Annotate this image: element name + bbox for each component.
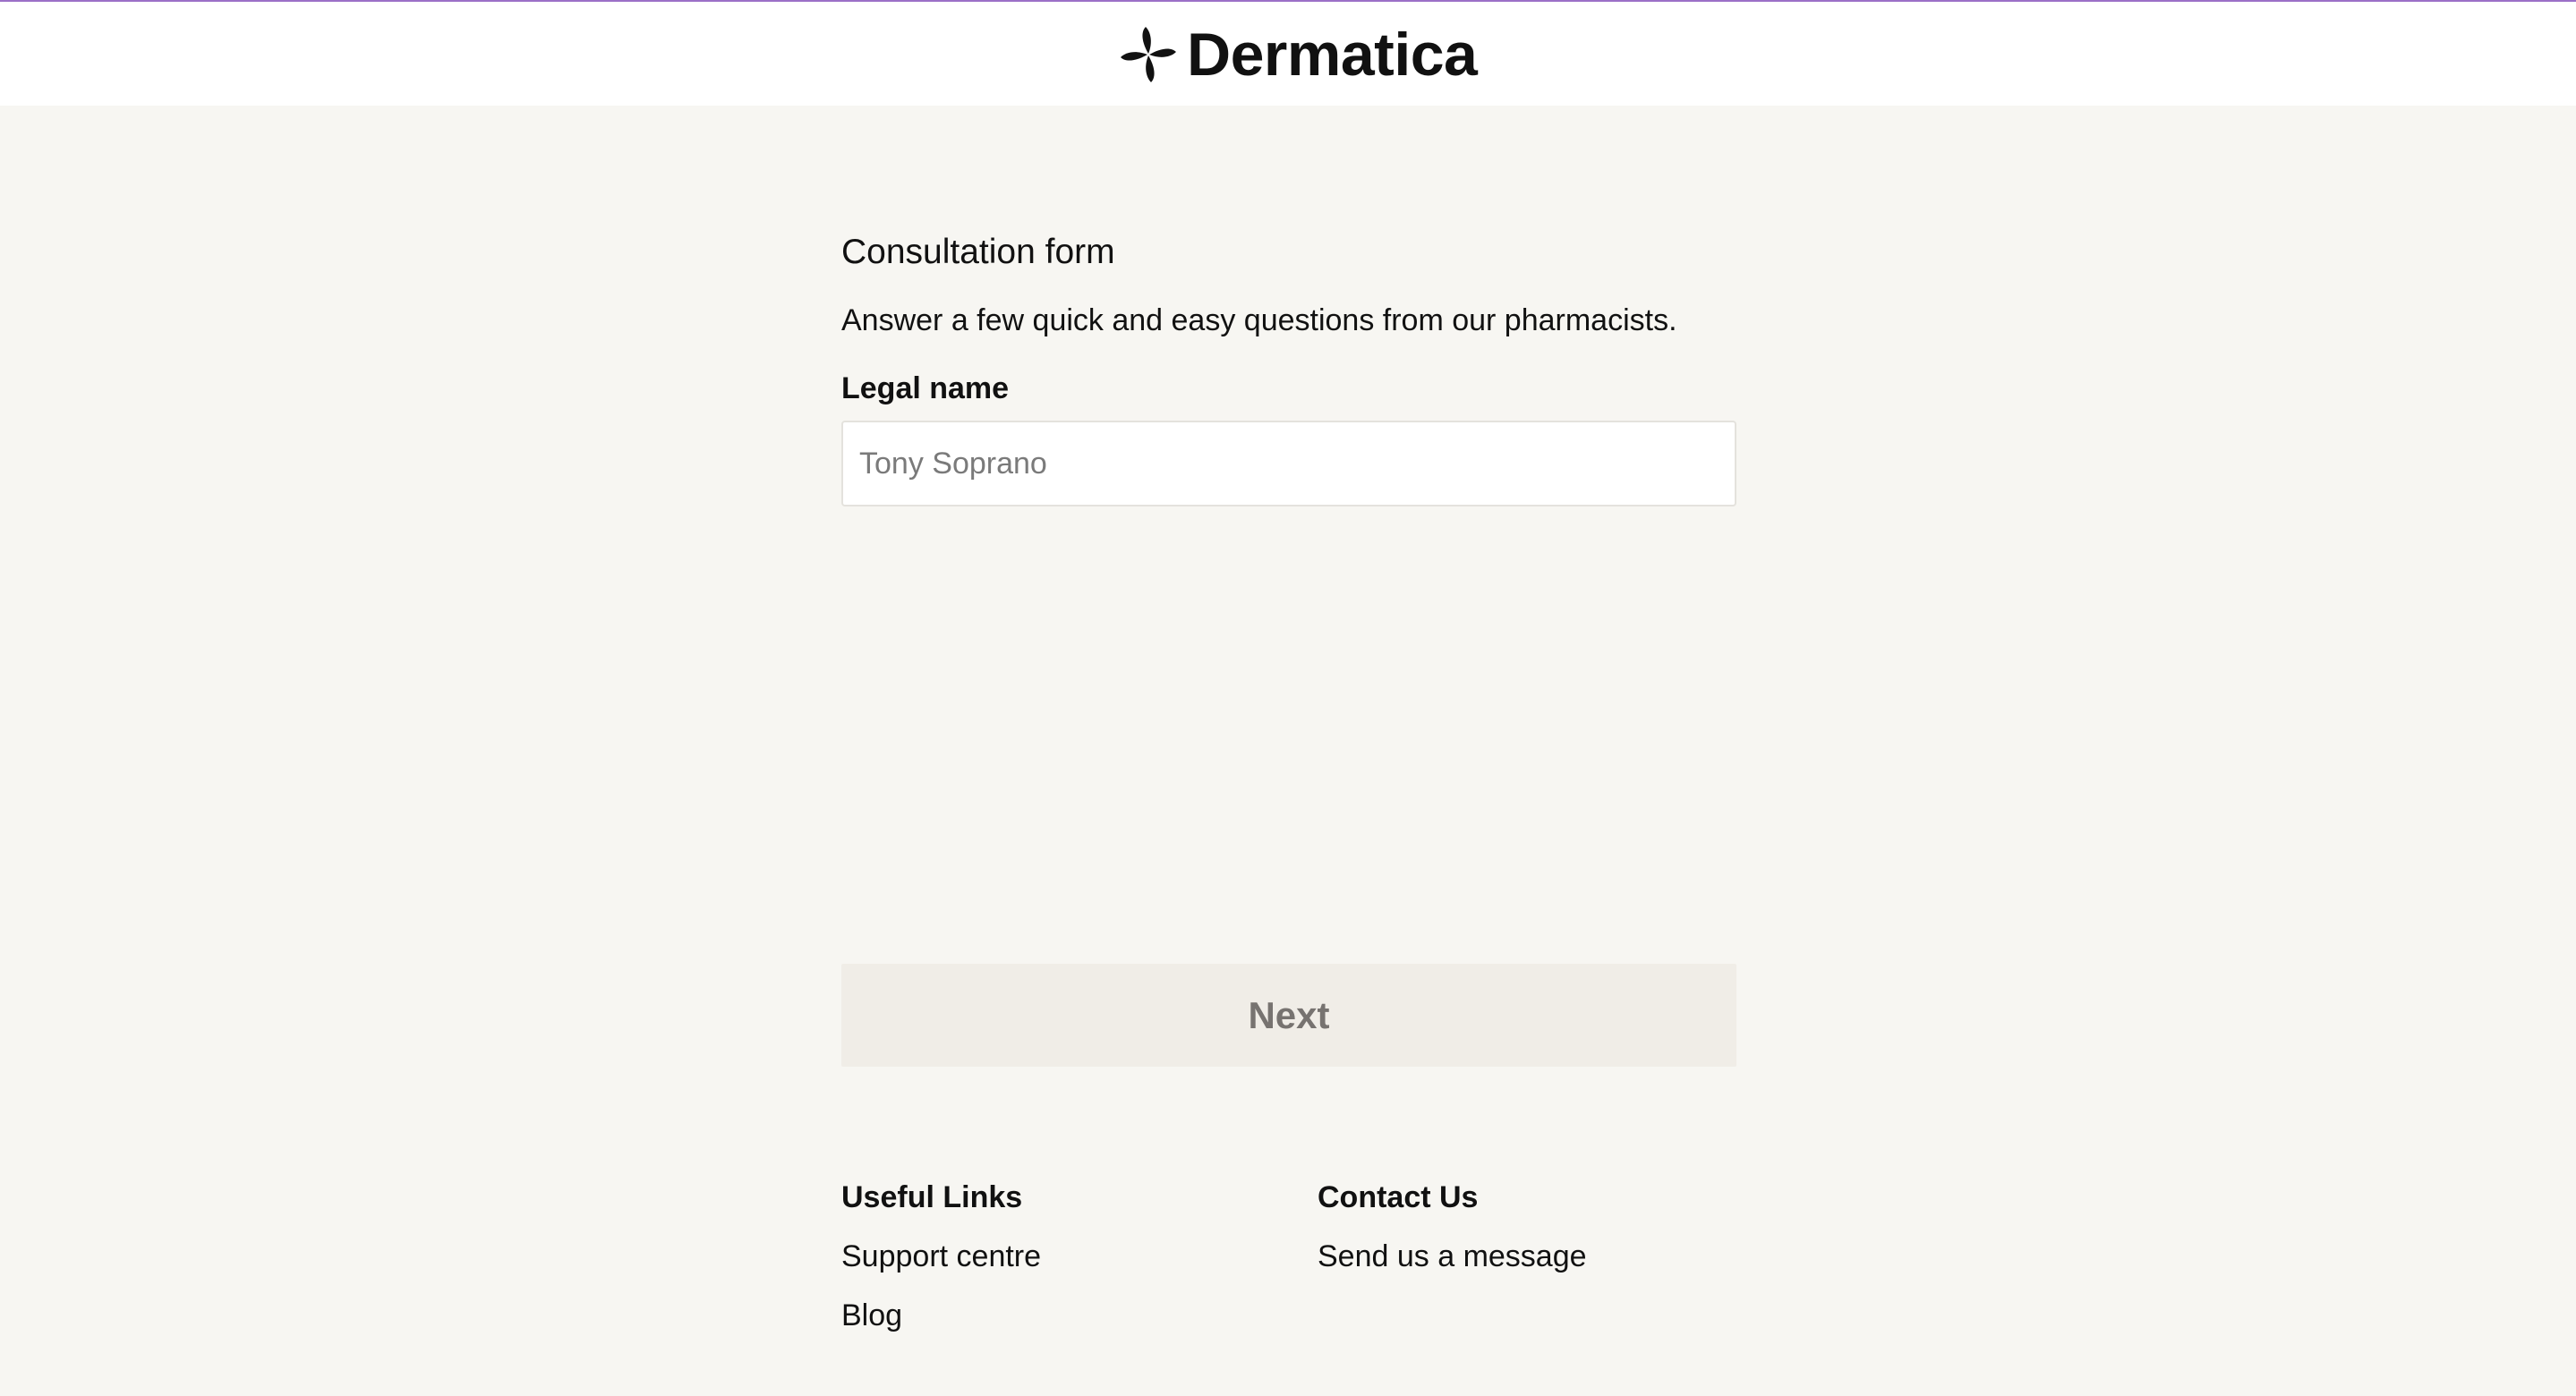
blog-link[interactable]: Blog (841, 1296, 1041, 1335)
brand-logo-link[interactable]: Dermatica (1119, 21, 1478, 89)
useful-links-heading: Useful Links (841, 1180, 1023, 1214)
send-message-link[interactable]: Send us a message (1318, 1237, 1587, 1276)
legal-name-label: Legal name (841, 371, 1010, 405)
next-button[interactable]: Next (841, 964, 1736, 1067)
form-title: Consultation form (841, 233, 1115, 271)
footer-contact: Contact Us Send us a message (1318, 1178, 1587, 1296)
pinwheel-logo-icon (1121, 27, 1176, 82)
form-subtitle: Answer a few quick and easy questions fr… (841, 303, 1677, 337)
support-centre-link[interactable]: Support centre (841, 1237, 1041, 1276)
site-header: Dermatica (0, 2, 2576, 106)
footer-useful-links: Useful Links Support centre Blog (841, 1178, 1041, 1355)
contact-us-heading: Contact Us (1318, 1180, 1479, 1214)
legal-name-input[interactable] (841, 421, 1736, 506)
brand-name: Dermatica (1187, 21, 1478, 89)
